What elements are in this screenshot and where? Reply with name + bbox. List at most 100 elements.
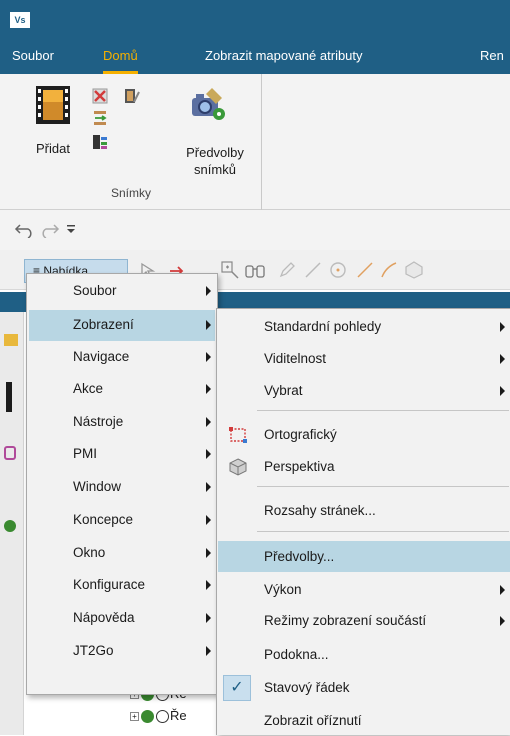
submenu-item-orthographic[interactable]: Ortografický [218, 419, 510, 451]
submenu-item-label: Režimy zobrazení součástí [264, 613, 427, 628]
menu-item-jt2go[interactable]: JT2Go [29, 636, 215, 667]
binoculars-icon[interactable] [244, 260, 266, 280]
menu-item-napoveda[interactable]: Nápověda [29, 603, 215, 634]
menu-item-label: Nástroje [73, 414, 124, 429]
menu-separator [257, 531, 509, 532]
customize-qat-icon[interactable] [66, 224, 76, 234]
panel-left-icons [0, 312, 24, 735]
submenu-item-label: Podokna... [264, 647, 329, 662]
submenu-arrow-icon [500, 616, 505, 626]
submenu-item-preferences[interactable]: Předvolby... [218, 541, 510, 572]
redo-icon[interactable] [38, 222, 60, 238]
menu-item-window[interactable]: Window [29, 472, 215, 503]
menu-item-label: Okno [73, 545, 106, 560]
markup-pen-icon[interactable] [278, 261, 296, 279]
view-submenu: Standardní pohledy Viditelnost Vybrat Or… [216, 308, 510, 735]
menu-item-konfigurace[interactable]: Konfigurace [29, 570, 215, 601]
submenu-item-page-ranges[interactable]: Rozsahy stránek... [218, 495, 510, 527]
submenu-item-label: Vybrat [264, 383, 303, 398]
tab-render[interactable]: Ren [480, 38, 504, 74]
submenu-arrow-icon [500, 386, 505, 396]
panel-marker-icon [6, 382, 12, 412]
assembly-icon[interactable] [4, 520, 16, 532]
part-icon[interactable] [4, 446, 16, 460]
snapshot-edit-icon[interactable] [124, 88, 140, 104]
menu-item-zobrazeni[interactable]: Zobrazení [29, 310, 215, 341]
menu-item-okno[interactable]: Okno [29, 538, 215, 569]
menu-item-label: JT2Go [73, 643, 114, 658]
tab-soubor[interactable]: Soubor [12, 38, 54, 74]
submenu-item-label: Ortografický [264, 427, 337, 442]
submenu-arrow-icon [206, 320, 211, 330]
menu-item-navigace[interactable]: Navigace [29, 342, 215, 373]
menu-item-koncepce[interactable]: Koncepce [29, 505, 215, 536]
shape-tool-icon[interactable] [404, 260, 424, 280]
submenu-item-label: Viditelnost [264, 351, 327, 366]
ribbon-tab-bar: Soubor Domů Zobrazit mapované atributy R… [0, 38, 510, 74]
folder-icon[interactable] [4, 334, 18, 346]
submenu-item-label: Zobrazit oříznutí [264, 713, 362, 728]
app-icon[interactable]: Vs [10, 12, 30, 28]
submenu-arrow-icon [500, 322, 505, 332]
submenu-arrow-icon [206, 548, 211, 558]
submenu-item-label: Stavový řádek [264, 680, 350, 695]
submenu-item-label: Předvolby... [264, 549, 335, 564]
submenu-item-select[interactable]: Vybrat [218, 375, 510, 407]
submenu-item-status-bar[interactable]: ✓ Stavový řádek [218, 672, 510, 704]
snapshot-preferences-icon[interactable] [186, 84, 226, 124]
assembly-node-icon [141, 710, 154, 724]
zoom-area-icon[interactable] [220, 260, 240, 280]
menu-item-akce[interactable]: Akce [29, 374, 215, 405]
submenu-item-panes[interactable]: Podokna... [218, 639, 510, 670]
line-tool-icon[interactable] [304, 261, 322, 279]
menu-item-pmi[interactable]: PMI [29, 439, 215, 470]
menu-item-label: Koncepce [73, 512, 134, 527]
circle-tool-icon[interactable] [328, 260, 348, 280]
checkmark-icon: ✓ [223, 675, 251, 701]
menu-item-label: Akce [73, 381, 104, 396]
tab-mapped-attributes[interactable]: Zobrazit mapované atributy [205, 38, 363, 74]
snapshot-preferences-line2: snímků [194, 162, 236, 177]
move-snapshot-icon[interactable] [92, 110, 108, 126]
snapshot-preferences-button-label[interactable]: Předvolby snímků [172, 144, 258, 178]
tree-row[interactable]: + Ře [130, 708, 187, 724]
ribbon-group-snapshots: Přidat Předvolby snímků Snímky [0, 74, 262, 210]
delete-snapshot-icon[interactable] [92, 88, 108, 104]
submenu-item-performance[interactable]: Výkon [218, 574, 510, 605]
undo-icon[interactable] [14, 222, 36, 238]
curve-tool-icon[interactable] [380, 261, 398, 279]
polyline-tool-icon[interactable] [356, 261, 374, 279]
menu-item-label: Window [73, 479, 122, 494]
submenu-item-label: Standardní pohledy [264, 319, 382, 334]
submenu-arrow-icon [206, 515, 211, 525]
submenu-item-visibility[interactable]: Viditelnost [218, 343, 510, 375]
film-icon[interactable] [36, 86, 70, 124]
submenu-arrow-icon [206, 646, 211, 656]
submenu-item-perspective[interactable]: Perspektiva [218, 451, 510, 483]
submenu-item-show-clipping[interactable]: Zobrazit oříznutí [218, 705, 510, 736]
submenu-arrow-icon [206, 482, 211, 492]
menu-item-label: Navigace [73, 349, 130, 364]
ribbon-body: Přidat Předvolby snímků Snímky [0, 74, 510, 210]
menu-separator [257, 410, 509, 411]
submenu-arrow-icon [500, 585, 505, 595]
tree-row-label: Ře [170, 708, 187, 723]
visibility-icon[interactable] [156, 710, 169, 724]
title-bar: Vs [0, 0, 510, 38]
menu-item-nastroje[interactable]: Nástroje [29, 407, 215, 438]
menu-item-label: Nápověda [73, 610, 135, 625]
expand-icon[interactable]: + [130, 712, 139, 722]
submenu-item-standard-views[interactable]: Standardní pohledy [218, 311, 510, 343]
submenu-item-part-display-modes[interactable]: Režimy zobrazení součástí [218, 605, 510, 636]
submenu-arrow-icon [206, 352, 211, 362]
tab-domu[interactable]: Domů [103, 38, 138, 74]
submenu-arrow-icon [500, 354, 505, 364]
snapshot-settings-icon[interactable] [92, 134, 108, 150]
menu-item-label: Konfigurace [73, 577, 146, 592]
menu-item-soubor[interactable]: Soubor [29, 276, 215, 307]
menu-item-label: PMI [73, 446, 98, 461]
group-label-snapshots: Snímky [110, 186, 151, 200]
submenu-arrow-icon [206, 580, 211, 590]
add-button-label[interactable]: Přidat [30, 140, 76, 157]
submenu-arrow-icon [206, 613, 211, 623]
